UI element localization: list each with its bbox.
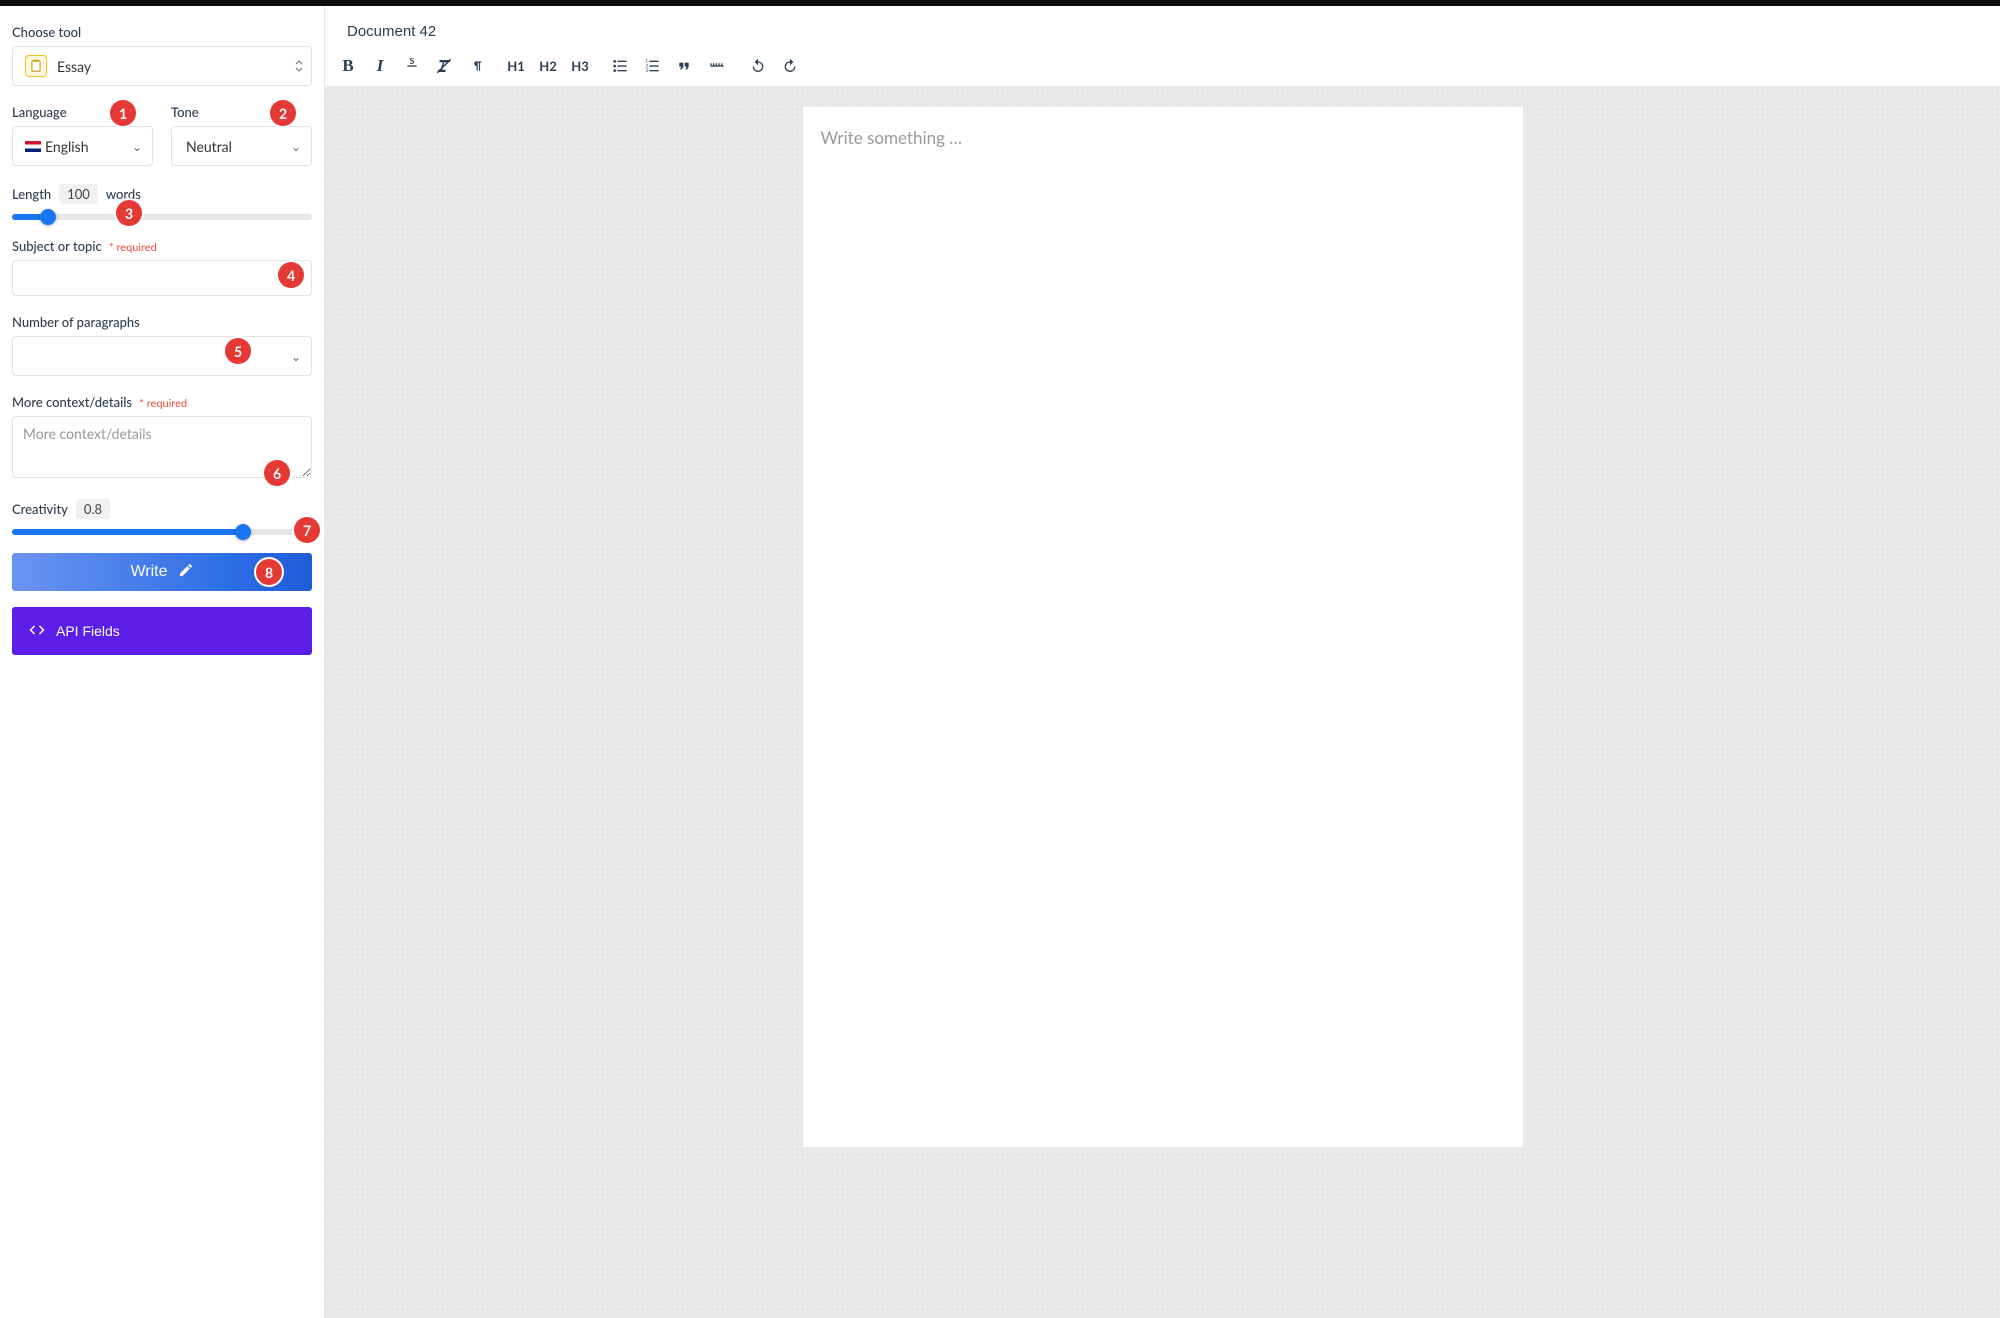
subject-input[interactable] xyxy=(12,260,312,296)
annotation-badge: 6 xyxy=(264,460,290,486)
ordered-list-button[interactable]: 123 xyxy=(643,56,661,76)
slider-handle[interactable] xyxy=(235,524,251,540)
annotation-badge: 7 xyxy=(294,517,320,543)
chevron-down-icon: ⌄ xyxy=(132,139,142,154)
paragraph-button[interactable] xyxy=(467,56,485,76)
sidebar: Choose tool Essay 1 2 Language English ⌄ xyxy=(0,6,325,1318)
slider-handle[interactable] xyxy=(40,209,56,225)
flag-icon xyxy=(25,141,41,152)
tool-value: Essay xyxy=(57,58,91,75)
blockquote-button[interactable] xyxy=(675,56,693,76)
choose-tool-label: Choose tool xyxy=(12,24,312,40)
length-slider[interactable] xyxy=(12,214,312,220)
editor-canvas: Write something … xyxy=(325,87,2000,1318)
creativity-slider[interactable] xyxy=(12,529,312,535)
horizontal-rule-button[interactable] xyxy=(707,56,727,76)
tone-select[interactable]: Neutral ⌄ xyxy=(171,126,312,166)
chevron-down-icon: ⌄ xyxy=(291,349,301,364)
editor-placeholder: Write something … xyxy=(821,127,963,148)
updown-icon xyxy=(295,59,303,73)
api-fields-button[interactable]: API Fields xyxy=(12,607,312,655)
editor-toolbar: B I S H1 H2 H3 xyxy=(325,50,2000,87)
editor-paper[interactable]: Write something … xyxy=(803,107,1523,1147)
code-icon xyxy=(28,621,46,642)
paragraphs-select[interactable]: ⌄ xyxy=(12,336,312,376)
context-label: More context/details * required xyxy=(12,394,312,410)
annotation-badge: 5 xyxy=(225,338,251,364)
annotation-badge: 4 xyxy=(278,262,304,288)
clear-formatting-button[interactable] xyxy=(435,56,453,76)
bold-button[interactable]: B xyxy=(339,56,357,76)
creativity-value: 0.8 xyxy=(76,499,110,519)
clipboard-icon xyxy=(25,55,47,77)
h1-button[interactable]: H1 xyxy=(507,56,525,76)
italic-button[interactable]: I xyxy=(371,56,389,76)
annotation-badge: 3 xyxy=(116,200,142,226)
chevron-down-icon: ⌄ xyxy=(291,139,301,154)
pencil-icon xyxy=(178,562,194,583)
svg-text:S: S xyxy=(410,58,415,66)
annotation-badge: 8 xyxy=(256,559,282,585)
language-select[interactable]: English ⌄ xyxy=(12,126,153,166)
undo-button[interactable] xyxy=(749,56,767,76)
h3-button[interactable]: H3 xyxy=(571,56,589,76)
length-unit: words xyxy=(106,186,141,202)
subject-label: Subject or topic * required xyxy=(12,238,312,254)
language-value: English xyxy=(45,138,89,155)
creativity-label: Creativity xyxy=(12,501,68,517)
length-label: Length xyxy=(12,186,51,202)
h2-button[interactable]: H2 xyxy=(539,56,557,76)
tool-select[interactable]: Essay xyxy=(12,46,312,86)
bullet-list-button[interactable] xyxy=(611,56,629,76)
main-area: B I S H1 H2 H3 xyxy=(325,6,2000,1318)
document-title-input[interactable] xyxy=(347,23,1978,40)
annotation-badge: 2 xyxy=(270,100,296,126)
annotation-badge: 1 xyxy=(110,100,136,126)
tone-value: Neutral xyxy=(184,138,232,155)
redo-button[interactable] xyxy=(781,56,799,76)
svg-text:3: 3 xyxy=(645,67,648,73)
length-value: 100 xyxy=(59,184,98,204)
paragraphs-label: Number of paragraphs xyxy=(12,314,312,330)
strikethrough-button[interactable]: S xyxy=(403,56,421,76)
